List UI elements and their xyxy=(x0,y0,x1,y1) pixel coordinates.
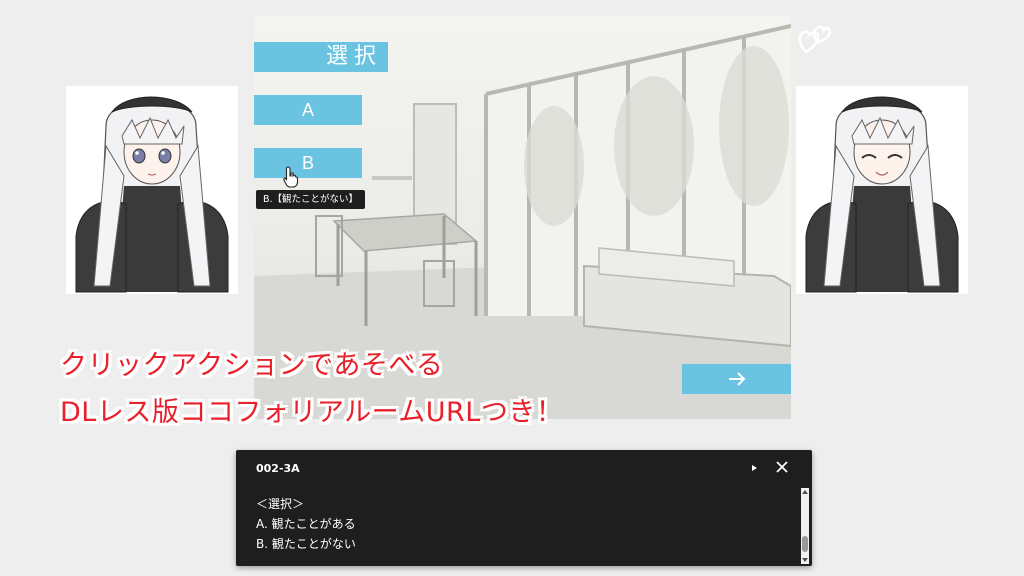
pc-character: PC xyxy=(796,86,968,294)
scroll-thumb[interactable] xyxy=(802,536,808,552)
choice-title: 選択 xyxy=(254,42,388,72)
scroll-up-arrow-icon[interactable] xyxy=(802,490,808,494)
scroll-down-arrow-icon[interactable] xyxy=(802,558,808,562)
message-line: B. 観たことがない xyxy=(256,537,356,551)
npc-label: NPC xyxy=(146,287,158,293)
message-line: ＜選択＞ xyxy=(256,497,305,511)
choice-a-button[interactable]: A xyxy=(254,95,362,125)
next-button[interactable] xyxy=(682,364,791,394)
promo-caption-line2: DLレス版ココフォリアルームURLつき！ xyxy=(60,397,564,428)
close-icon[interactable] xyxy=(774,459,790,475)
hearts-logo-icon xyxy=(798,25,832,54)
arrow-right-icon xyxy=(728,372,745,386)
message-line: A. 観たことがある xyxy=(256,517,356,531)
panel-scrollbar[interactable] xyxy=(801,488,809,564)
npc-character: NPC xyxy=(66,86,238,294)
play-icon[interactable] xyxy=(748,462,760,474)
pc-portrait xyxy=(796,86,968,294)
panel-title: 002-3A xyxy=(256,462,300,475)
choice-b-button[interactable]: B xyxy=(254,148,362,178)
choice-tooltip: B.【観たことがない】 xyxy=(256,190,366,209)
pc-label: PC xyxy=(878,287,886,293)
promo-caption-line1: クリックアクションであそべる xyxy=(60,350,444,381)
panel-message: ＜選択＞ A. 観たことがある B. 観たことがない xyxy=(256,494,356,554)
hand-cursor-icon xyxy=(283,166,299,188)
npc-portrait xyxy=(66,86,238,294)
chat-panel: 002-3A ＜選択＞ A. 観たことがある B. 観たことがない xyxy=(236,450,812,566)
